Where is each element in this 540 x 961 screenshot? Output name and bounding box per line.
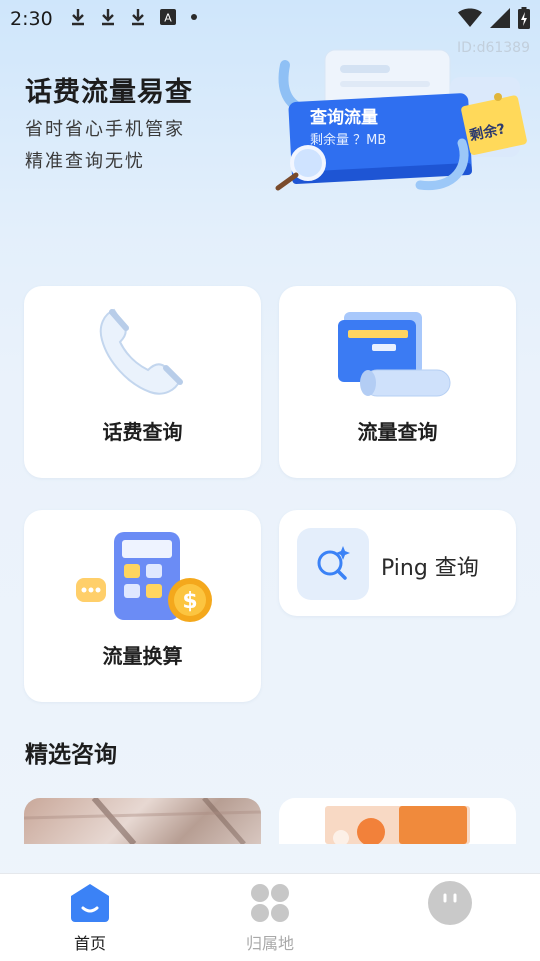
hero-illustration: 查询流量 剩余量 ？MB 剩余? (270, 45, 530, 205)
section-title: 精选咨询 (25, 742, 117, 768)
data-card-icon (334, 304, 454, 408)
phone-handset-icon (92, 302, 192, 406)
calculator-icon: $ (74, 528, 214, 632)
a-box-icon: A (160, 9, 176, 25)
ping-icon-box (297, 528, 369, 600)
hero-subtitle: 省时省心手机管家 (25, 119, 185, 140)
illustration-card-title: 查询流量 (309, 107, 378, 128)
card-label: 流量换算 (102, 644, 183, 668)
article-thumbnail[interactable] (279, 798, 516, 844)
download-icon (102, 9, 114, 26)
nav-label: 首页 (73, 934, 106, 953)
hero-subtitle-2: 精准查询无忧 (25, 151, 145, 172)
dot-icon (191, 14, 197, 20)
status-time: 2:30 (10, 8, 53, 30)
battery-charging-icon (518, 7, 530, 29)
download-icon (132, 9, 144, 26)
card-label: 话费查询 (102, 420, 183, 444)
bottom-nav: 首页 归属地 (0, 873, 540, 961)
download-icon (72, 9, 84, 26)
card-label: 流量查询 (357, 420, 438, 444)
face-icon (428, 881, 472, 925)
nav-home[interactable]: 首页 (30, 874, 150, 961)
article-thumbnail[interactable] (24, 798, 261, 844)
svg-text:$: $ (182, 589, 197, 614)
illustration-card-sub: 剩余量 ？MB (310, 132, 386, 148)
hero-title: 话费流量易查 (25, 77, 193, 108)
ping-query-card[interactable]: Ping 查询 (279, 510, 516, 616)
home-icon (71, 884, 109, 922)
status-right-icons (458, 7, 530, 29)
data-usage-query-card[interactable]: 流量查询 (279, 286, 516, 478)
nav-label: 归属地 (245, 934, 294, 953)
signal-icon (490, 8, 510, 28)
status-bar: 2:30 A (0, 0, 540, 38)
phone-bill-query-card[interactable]: 话费查询 (24, 286, 261, 478)
data-conversion-card[interactable]: $ 流量换算 (24, 510, 261, 702)
grid-icon (251, 884, 289, 922)
svg-text:A: A (164, 12, 172, 25)
wifi-icon (458, 8, 482, 27)
nav-location[interactable]: 归属地 (210, 874, 330, 961)
search-sparkle-icon (317, 546, 350, 580)
nav-profile[interactable] (390, 874, 510, 961)
card-label: Ping 查询 (381, 556, 479, 581)
status-left-icons: A (70, 8, 198, 26)
